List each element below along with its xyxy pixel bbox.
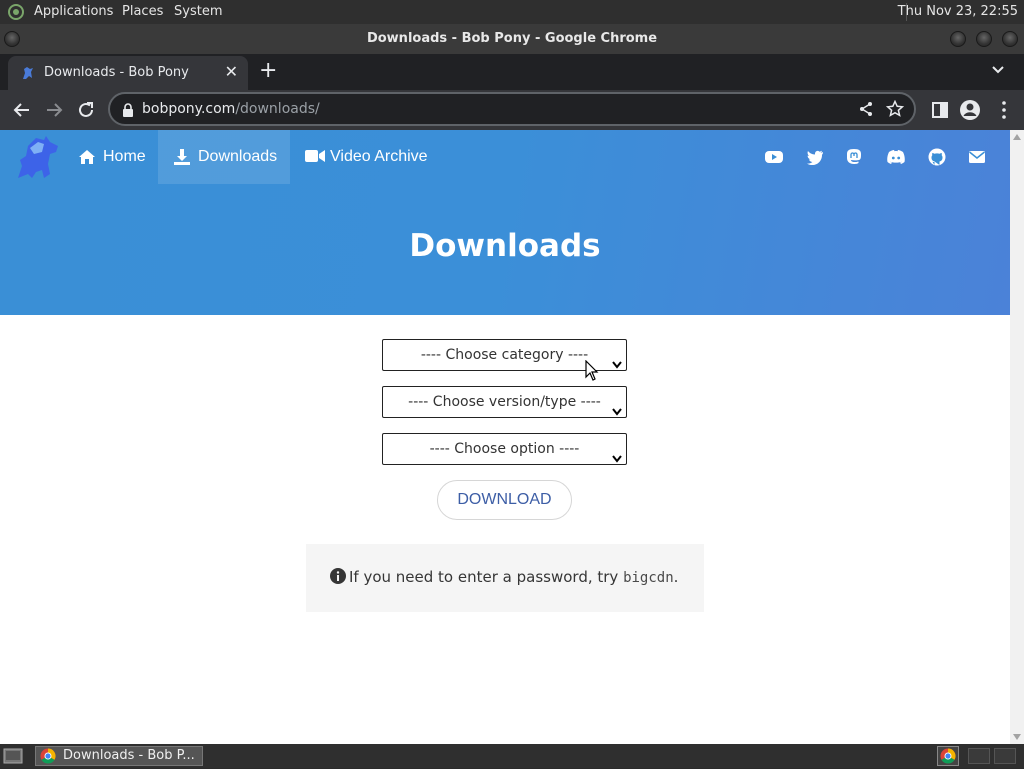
notice-message: If you need to enter a password, try — [349, 568, 624, 586]
nav-downloads-label: Downloads — [198, 148, 278, 165]
window-menu-icon[interactable] — [4, 31, 20, 47]
maximize-icon[interactable] — [976, 31, 992, 47]
scroll-down-icon[interactable] — [1013, 734, 1021, 740]
category-select-value: ---- Choose category ---- — [420, 347, 589, 363]
nav-video-archive[interactable]: Video Archive — [290, 130, 440, 184]
url-path: /downloads/ — [235, 101, 320, 117]
chrome-icon — [40, 748, 56, 768]
tab-strip: Downloads - Bob Pony ✕ + — [0, 54, 1024, 90]
nav-video-archive-label: Video Archive — [330, 148, 428, 165]
chrome-menu-icon[interactable] — [992, 98, 1016, 122]
home-icon — [79, 150, 95, 164]
site-navbar: Home Downloads Video Archive — [0, 130, 1010, 184]
info-circle-icon — [330, 568, 346, 588]
url-text[interactable]: bobpony.com/downloads/ — [142, 101, 320, 117]
address-bar[interactable]: bobpony.com/downloads/ — [108, 92, 916, 126]
profile-icon[interactable] — [958, 98, 982, 122]
reload-icon[interactable] — [74, 98, 98, 122]
mail-icon[interactable] — [968, 148, 986, 166]
workspace-2[interactable] — [994, 748, 1016, 764]
new-tab-icon[interactable]: + — [259, 58, 277, 84]
download-icon — [174, 149, 190, 165]
browser-toolbar: bobpony.com/downloads/ — [0, 90, 1024, 130]
nav-downloads[interactable]: Downloads — [158, 130, 290, 184]
top-panel: Applications Places System Thu Nov 23, 2… — [0, 0, 1024, 24]
clock[interactable]: Thu Nov 23, 22:55 — [898, 4, 1018, 19]
mouse-cursor-icon — [585, 359, 599, 386]
minimize-icon[interactable] — [950, 31, 966, 47]
page-scrollbar[interactable] — [1010, 130, 1024, 744]
password-notice: If you need to enter a password, try big… — [306, 544, 704, 612]
share-icon[interactable] — [858, 101, 874, 121]
bob-pony-logo[interactable] — [12, 134, 60, 186]
chevron-down-icon — [612, 444, 622, 474]
tab-search-icon[interactable] — [992, 62, 1004, 78]
tray-chrome-icon[interactable] — [937, 746, 959, 766]
tab-title: Downloads - Bob Pony — [44, 65, 189, 80]
back-icon[interactable] — [10, 98, 34, 122]
side-panel-icon[interactable] — [928, 98, 952, 122]
discord-icon[interactable] — [886, 148, 906, 166]
mastodon-icon[interactable] — [845, 148, 863, 166]
chevron-down-icon — [612, 397, 622, 427]
notice-text: If you need to enter a password, try big… — [349, 568, 678, 586]
password-code[interactable]: bigcdn — [623, 570, 674, 586]
taskbar: Downloads - Bob P... — [0, 744, 1024, 768]
places-menu[interactable]: Places — [122, 4, 163, 19]
window-titlebar[interactable]: Downloads - Bob Pony - Google Chrome — [0, 24, 1024, 54]
option-select-value: ---- Choose option ---- — [429, 441, 580, 457]
lock-icon[interactable] — [122, 102, 134, 121]
scroll-up-icon[interactable] — [1013, 134, 1021, 140]
twitter-icon[interactable] — [806, 148, 824, 166]
download-button[interactable]: DOWNLOAD — [437, 480, 572, 520]
system-menu[interactable]: System — [174, 4, 222, 19]
tab-downloads[interactable]: Downloads - Bob Pony ✕ — [8, 56, 248, 90]
web-page: Home Downloads Video Archive Downloads -… — [0, 130, 1010, 744]
bob-pony-favicon-icon — [20, 65, 36, 81]
close-window-icon[interactable] — [1002, 31, 1018, 47]
taskbar-item-label: Downloads - Bob P... — [63, 748, 195, 763]
show-desktop-icon[interactable] — [3, 747, 23, 769]
gnome-logo-icon[interactable] — [7, 3, 25, 25]
video-icon — [305, 150, 325, 162]
github-icon[interactable] — [928, 148, 946, 166]
workspace-1[interactable] — [968, 748, 990, 764]
applications-menu[interactable]: Applications — [34, 4, 113, 19]
bookmark-star-icon[interactable] — [885, 99, 905, 122]
chevron-down-icon — [612, 350, 622, 380]
nav-home[interactable]: Home — [66, 130, 158, 184]
taskbar-item-chrome[interactable]: Downloads - Bob P... — [35, 746, 203, 766]
tab-close-icon[interactable]: ✕ — [225, 62, 238, 81]
url-host: bobpony.com — [142, 101, 236, 117]
version-type-select[interactable]: ---- Choose version/type ---- — [382, 386, 627, 418]
window-title: Downloads - Bob Pony - Google Chrome — [366, 31, 658, 46]
option-select[interactable]: ---- Choose option ---- — [382, 433, 627, 465]
version-select-value: ---- Choose version/type ---- — [408, 394, 601, 410]
page-title: Downloads — [409, 228, 601, 264]
youtube-icon[interactable] — [765, 148, 783, 166]
forward-icon[interactable] — [42, 98, 66, 122]
notice-suffix: . — [673, 568, 679, 586]
nav-home-label: Home — [103, 148, 146, 165]
hero-banner: Home Downloads Video Archive Downloads — [0, 130, 1010, 315]
